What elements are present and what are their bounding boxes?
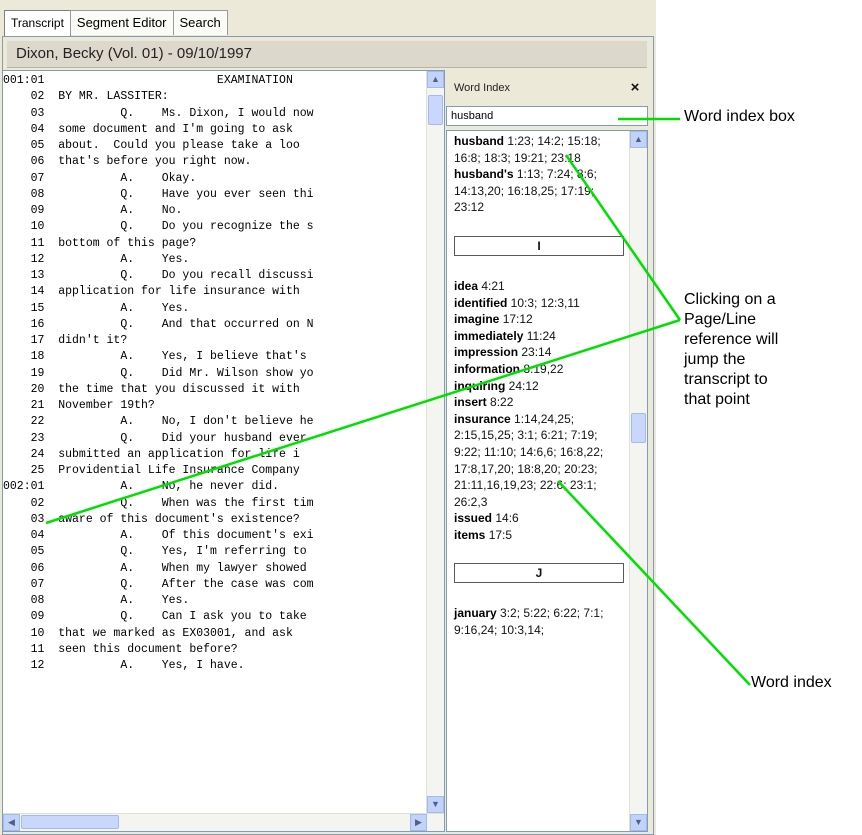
callout-text-line: transcript to xyxy=(684,371,768,388)
callout-page-line: Clicking on a Page/Line reference will jump… xyxy=(684,290,778,410)
callout-line-ref-1 xyxy=(564,154,682,321)
callout-text-line: Page/Line xyxy=(684,311,757,328)
callout-text-line: jump the xyxy=(684,351,746,368)
callout-line-index xyxy=(557,480,751,686)
callout-text-line: reference will xyxy=(684,331,779,348)
callout-text-line: that point xyxy=(684,391,750,408)
callout-text-line: Clicking on a xyxy=(684,291,776,308)
callout-line-ref-2 xyxy=(45,318,681,525)
callout-word-index: Word index xyxy=(751,674,832,691)
callout-word-index-box: Word index box xyxy=(684,108,795,125)
